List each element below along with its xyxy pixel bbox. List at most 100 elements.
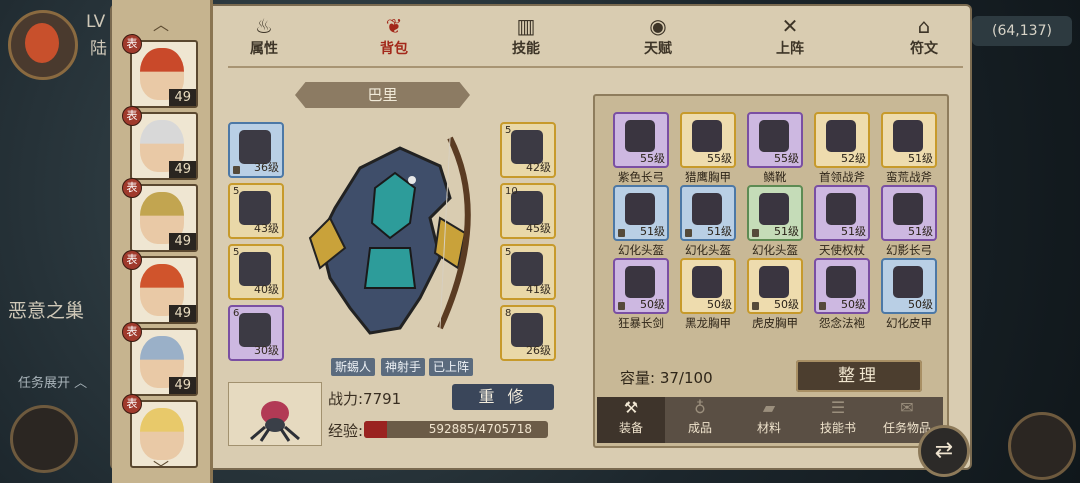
equipment-level: 41级: [526, 283, 551, 296]
hero-roster-slot[interactable]: 表 49: [122, 178, 198, 252]
inventory-item[interactable]: 51级蛮荒战斧: [877, 112, 941, 185]
sort-button[interactable]: 整理: [796, 360, 922, 392]
roster-scroll-up-icon[interactable]: ︿: [150, 17, 172, 33]
inventory-item-icon: [893, 266, 923, 298]
bag-tab-pouch[interactable]: ♁ 成品: [666, 397, 734, 443]
inventory-item[interactable]: 55级 紫色长弓: [609, 112, 673, 185]
inventory-item-name: 怨念法袍: [819, 316, 865, 330]
tab-crossed-swords[interactable]: ✕ 上阵: [760, 14, 820, 64]
bag-tab-hammer[interactable]: ⚒ 装备: [597, 397, 665, 443]
inventory-item[interactable]: 50级怨念法袍: [810, 258, 874, 331]
inventory-item-icon: [692, 266, 722, 298]
reset-button[interactable]: 重 修: [452, 384, 554, 410]
tab-label: 背包: [380, 41, 408, 57]
hero-roster-slot[interactable]: 表: [122, 394, 198, 468]
tab-divider: [228, 66, 963, 68]
hero-roster-slot[interactable]: 表 49: [122, 250, 198, 324]
inventory-item-level: 51级: [640, 225, 665, 238]
player-avatar[interactable]: [8, 10, 78, 80]
inventory-item[interactable]: 51级 幻化头盔: [609, 185, 673, 258]
inventory-item-frame: 51级: [747, 185, 803, 241]
equipment-slot[interactable]: 5 42级: [500, 122, 556, 178]
exp-text: 592885/4705718: [428, 422, 532, 436]
left-action-button[interactable]: [10, 405, 78, 473]
equipment-enhance-level: 6: [233, 308, 240, 319]
main-tabs: ♨ 属性 ❦ 背包 ▥ 技能 ◉ 天赋 ✕ 上阵 ⌂ 符文: [218, 14, 968, 66]
inventory-item-icon: [826, 120, 856, 152]
swap-arrows-icon[interactable]: ⇄: [918, 425, 970, 477]
equipment-slot[interactable]: 36级: [228, 122, 284, 178]
pet-slot[interactable]: [228, 382, 322, 446]
power-label: 战力:7791: [328, 390, 402, 408]
capacity-value: 37/100: [659, 369, 713, 387]
tab-bag[interactable]: ❦ 背包: [364, 14, 424, 64]
player-name-fragment: 陆: [90, 39, 107, 59]
roster-scroll-down-icon[interactable]: ﹀: [150, 461, 172, 477]
equipment-slot[interactable]: 10 45级: [500, 183, 556, 239]
inventory-item-level: 51级: [841, 225, 866, 238]
equipment-slot[interactable]: 8 26级: [500, 305, 556, 361]
hero-class-badge: 表: [122, 394, 142, 414]
inventory-item-level: 52级: [841, 152, 866, 165]
exp-bar: 592885/4705718: [364, 421, 548, 438]
right-action-button[interactable]: [1008, 412, 1076, 480]
bag-tab-ingot[interactable]: ▰ 材料: [735, 397, 803, 443]
hero-roster-slot[interactable]: 表 49: [122, 106, 198, 180]
inventory-item-level: 55级: [707, 152, 732, 165]
rune-icon: ⌂: [917, 14, 931, 38]
equipment-slot[interactable]: 5 40级: [228, 244, 284, 300]
inventory-item[interactable]: 50级 虎皮胸甲: [743, 258, 807, 331]
inventory-item-name: 蛮荒战斧: [886, 170, 932, 184]
inventory-item-level: 50级: [841, 298, 866, 311]
tab-label: 上阵: [776, 41, 804, 57]
inventory-item[interactable]: 50级 幻化皮甲: [877, 258, 941, 331]
tab-label: 符文: [910, 41, 938, 57]
inventory-item[interactable]: 55级 猎鹰胸甲: [676, 112, 740, 185]
quest-toggle[interactable]: 任务展开 ︿: [18, 372, 87, 391]
lock-icon: [618, 229, 625, 237]
equipment-slot[interactable]: 5 41级: [500, 244, 556, 300]
inventory-item-icon: [625, 266, 655, 298]
inventory-item[interactable]: 55级 鳞靴: [743, 112, 807, 185]
inventory-item-frame: 50级: [613, 258, 669, 314]
tab-book[interactable]: ▥ 技能: [496, 14, 556, 64]
inventory-item-icon: [893, 193, 923, 225]
inventory-item-icon: [759, 193, 789, 225]
inventory-item[interactable]: 51级 幻影长弓: [877, 185, 941, 258]
equipment-level: 36级: [254, 161, 279, 174]
flame-icon: ♨: [255, 14, 273, 38]
inventory-item-frame: 51级: [680, 185, 736, 241]
inventory-item-level: 51级: [774, 225, 799, 238]
equipment-slot[interactable]: 5 43级: [228, 183, 284, 239]
inventory-item-name: 天使权杖: [819, 243, 865, 257]
hero-class-badge: 表: [122, 178, 142, 198]
equipment-enhance-level: 5: [505, 125, 512, 136]
hero-level: 49: [169, 233, 196, 250]
tab-flame[interactable]: ♨ 属性: [234, 14, 294, 64]
tab-rune[interactable]: ⌂ 符文: [894, 14, 954, 64]
inventory-item[interactable]: 50级 狂暴长剑: [609, 258, 673, 331]
inventory-item-frame: 51级: [814, 185, 870, 241]
hero-roster-slot[interactable]: 表 49: [122, 322, 198, 396]
inventory-item-frame: 55级: [613, 112, 669, 168]
bag-category-tabs: ⚒ 装备 ♁ 成品 ▰ 材料 ☰ 技能书 ✉ 任务物品: [597, 397, 943, 443]
inventory-item[interactable]: 50级 黑龙胸甲: [676, 258, 740, 331]
inventory-item-level: 51级: [908, 152, 933, 165]
hero-name: 巴里: [367, 86, 398, 104]
hero-avatar: [140, 408, 184, 460]
hero-roster-slot[interactable]: 表 49: [122, 34, 198, 108]
equipment-level: 26级: [526, 344, 551, 357]
equipment-slot[interactable]: 6 30级: [228, 305, 284, 361]
bag-tab-scroll[interactable]: ☰ 技能书: [804, 397, 872, 443]
inventory-item[interactable]: 51级 幻化头盔: [743, 185, 807, 258]
inventory-item-icon: [692, 193, 722, 225]
inventory-item[interactable]: 51级 幻化头盔: [676, 185, 740, 258]
lock-icon: [752, 302, 759, 310]
inventory-item-icon: [625, 120, 655, 152]
inventory-item-level: 55级: [640, 152, 665, 165]
inventory-item[interactable]: 51级天使权杖: [810, 185, 874, 258]
inventory-item[interactable]: 52级 首领战斧: [810, 112, 874, 185]
equipment-level: 40级: [254, 283, 279, 296]
tab-eye[interactable]: ◉ 天赋: [628, 14, 688, 64]
inventory-item-frame: 50级: [747, 258, 803, 314]
